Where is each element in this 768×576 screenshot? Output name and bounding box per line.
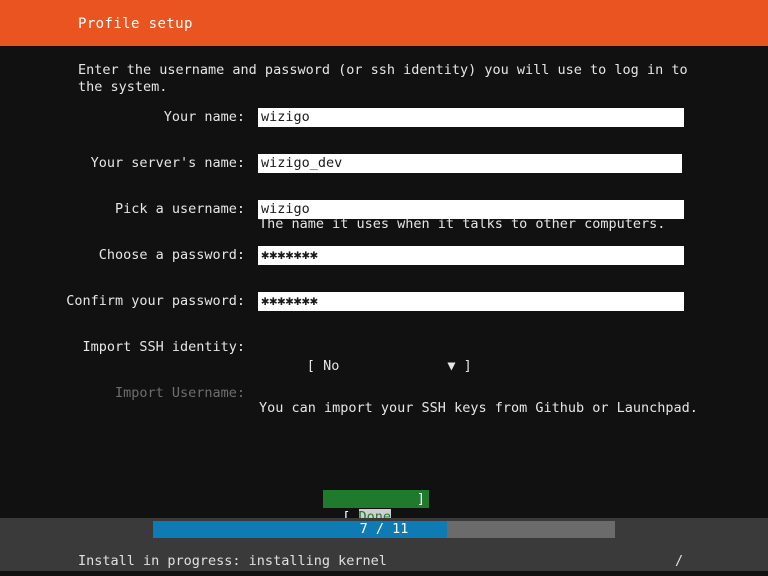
footer-bottom-edge [0,571,768,576]
progress-bar-label: 7 / 11 [153,521,615,538]
intro-text: Enter the username and password (or ssh … [78,62,690,96]
form-row-import-username: Import Username: [0,384,768,403]
label-your-name: Your name: [0,108,245,127]
done-bracket-close: ] [417,490,425,508]
form-row-username: Pick a username: wizigo [0,200,768,219]
install-status-text: Install in progress: installing kernel [78,553,387,569]
label-username: Pick a username: [0,200,245,219]
label-confirm-password: Confirm your password: [0,292,245,311]
form-row-server-name: Your server's name: wizigo_dev [0,154,768,173]
label-password: Choose a password: [0,246,245,265]
select-ssh-identity-value: No [323,358,339,374]
progress-bar: 7 / 11 [153,521,615,538]
input-your-name[interactable]: wizigo [258,108,684,127]
form-row-your-name: Your name: wizigo [0,108,768,127]
footer-bar: 7 / 11 Install in progress: installing k… [0,518,768,576]
form-row-confirm-password: Confirm your password: ✱✱✱✱✱✱✱ [0,292,768,311]
form-row-password: Choose a password: ✱✱✱✱✱✱✱ [0,246,768,265]
bracket-close: ] [464,358,472,374]
done-button[interactable]: [ Done ] [323,490,429,508]
input-server-name[interactable]: wizigo_dev [258,154,682,173]
header-bar: Profile setup [0,0,768,46]
label-server-name: Your server's name: [0,154,245,173]
bracket-open: [ [307,358,315,374]
input-password[interactable]: ✱✱✱✱✱✱✱ [258,246,684,265]
label-import-username: Import Username: [0,384,245,403]
form-row-ssh-identity: Import SSH identity: [ No ▼ ] [0,338,768,357]
input-confirm-password[interactable]: ✱✱✱✱✱✱✱ [258,292,684,311]
spinner-icon: / [675,553,683,569]
main-content: Enter the username and password (or ssh … [0,46,768,518]
page-title: Profile setup [78,16,193,32]
input-username[interactable]: wizigo [258,200,684,219]
label-ssh-identity: Import SSH identity: [0,338,245,357]
